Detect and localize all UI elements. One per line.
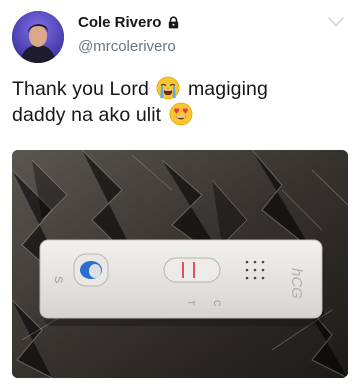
- lock-icon: [167, 16, 180, 29]
- profile-photo: [12, 11, 64, 63]
- author-avatar[interactable]: [12, 11, 64, 63]
- chevron-down-icon[interactable]: [324, 10, 348, 34]
- tweet-card: Cole Rivero @mrcolerivero Thank you Lord: [0, 0, 360, 388]
- tweet-text-part1: Thank you Lord: [12, 78, 149, 100]
- tweet-header: Cole Rivero @mrcolerivero: [12, 8, 348, 64]
- sample-well-label: S: [52, 276, 64, 283]
- tweet-text-part2: magiging: [187, 78, 268, 100]
- tweet-text-part3: daddy na ako ulit: [12, 104, 162, 126]
- author-handle[interactable]: @mrcolerivero: [78, 38, 176, 55]
- heart-eyes-face-icon: [169, 102, 193, 126]
- pregnancy-test-photo: S C T hCG: [12, 150, 348, 378]
- loudly-crying-face-icon: [156, 76, 180, 100]
- tweet-photo[interactable]: S C T hCG: [12, 150, 348, 378]
- control-line-label: C: [212, 300, 222, 307]
- tweet-text: Thank you Lord magiging daddy na ako uli…: [12, 76, 348, 128]
- author-name-row: Cole Rivero: [78, 14, 180, 31]
- author-display-name[interactable]: Cole Rivero: [78, 14, 161, 31]
- brand-label: hCG: [288, 268, 305, 299]
- test-line-label: T: [186, 300, 196, 306]
